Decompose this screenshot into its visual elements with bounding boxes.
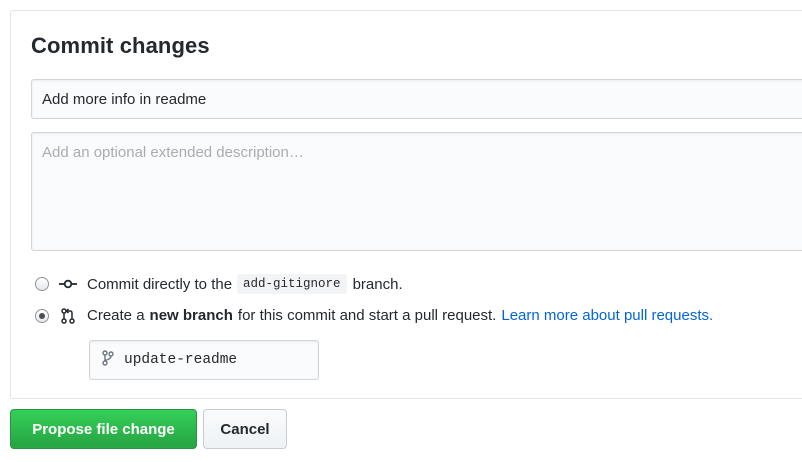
- new-branch-radio[interactable]: [35, 308, 49, 323]
- new-branch-bold: new branch: [149, 307, 233, 324]
- git-commit-icon: [59, 276, 77, 292]
- propose-file-change-button[interactable]: Propose file change: [10, 409, 197, 449]
- new-branch-text-after: for this commit and start a pull request…: [237, 307, 497, 324]
- new-branch-field[interactable]: [89, 340, 319, 380]
- cancel-button[interactable]: Cancel: [203, 409, 287, 449]
- commit-summary-input[interactable]: [31, 79, 802, 119]
- commit-description-textarea[interactable]: [31, 132, 802, 251]
- git-pull-request-icon: [59, 307, 77, 324]
- commit-direct-suffix: branch.: [352, 275, 403, 293]
- git-branch-icon: [102, 349, 114, 371]
- commit-direct-option[interactable]: Commit directly to the add-gitignore bra…: [35, 274, 403, 294]
- commit-direct-text: Commit directly to the: [87, 275, 233, 293]
- commit-changes-panel: Commit changes Commit directly to the ad…: [10, 10, 802, 399]
- current-branch-label: add-gitignore: [237, 274, 347, 294]
- new-branch-text-before: Create a: [87, 307, 145, 324]
- learn-more-link[interactable]: Learn more about pull requests.: [501, 307, 713, 324]
- new-branch-name-input[interactable]: [124, 352, 304, 368]
- new-branch-option[interactable]: Create a new branch for this commit and …: [35, 307, 713, 324]
- panel-title: Commit changes: [31, 33, 210, 58]
- commit-direct-radio[interactable]: [35, 277, 49, 291]
